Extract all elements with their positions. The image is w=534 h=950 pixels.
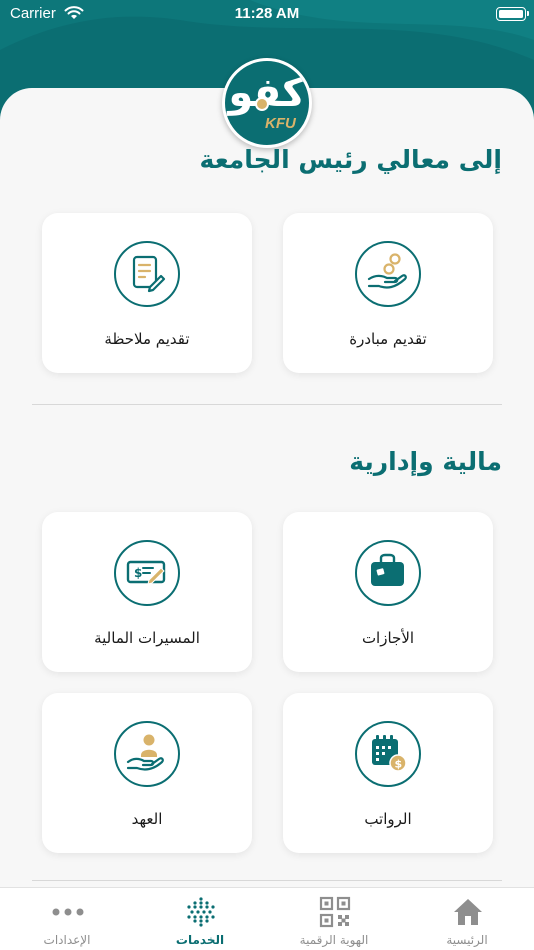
- note-edit-icon: [114, 241, 180, 307]
- salary-calendar-icon: $: [355, 721, 421, 787]
- card-label: الأجازات: [361, 629, 415, 647]
- section-divider: [32, 404, 502, 405]
- card-label: العهد: [131, 810, 163, 828]
- card-label: المسيرات المالية: [94, 629, 200, 647]
- tab-services[interactable]: الخدمات: [145, 888, 255, 950]
- card-vacations[interactable]: الأجازات: [283, 512, 493, 672]
- tab-settings[interactable]: الإعدادات: [12, 888, 122, 950]
- tab-label: الهوية الرقمية: [299, 933, 369, 947]
- card-label: الرواتب: [364, 810, 412, 828]
- card-custody[interactable]: العهد: [42, 693, 252, 853]
- status-time: 11:28 AM: [234, 5, 300, 22]
- cheque-icon: $: [114, 540, 180, 606]
- section-divider: [32, 880, 502, 881]
- battery-icon: [496, 7, 529, 21]
- card-salaries[interactable]: $ الرواتب: [283, 693, 493, 853]
- home-icon: [454, 899, 482, 925]
- logo-emblem-icon: [255, 97, 269, 111]
- status-bar: Carrier 11:28 AM: [0, 0, 534, 30]
- tab-label: الخدمات: [175, 933, 225, 947]
- card-submit-note[interactable]: تقديم ملاحظة: [42, 213, 252, 373]
- svg-text:$: $: [134, 566, 142, 580]
- custody-person-icon: [114, 721, 180, 787]
- suitcase-icon: [355, 540, 421, 606]
- tab-bar: الرئيسية الهوية الرقمية الخدمات الإعدادا…: [0, 887, 534, 950]
- logo-arabic-text: كفو: [228, 70, 306, 116]
- more-dots-icon: [52, 908, 84, 916]
- section-title-president: إلى معالي رئيس الجامعة: [199, 145, 502, 174]
- card-label: تقديم ملاحظة: [104, 330, 190, 348]
- logo-english-text: KFU: [265, 115, 296, 132]
- qr-code-icon: [319, 896, 351, 928]
- tab-label: الرئيسية: [446, 933, 488, 947]
- section-title-finance-admin: مالية وإدارية: [349, 447, 502, 476]
- tab-label: الإعدادات: [43, 933, 91, 947]
- svg-text:$: $: [395, 758, 403, 771]
- card-financial-statements[interactable]: $ المسيرات المالية: [42, 512, 252, 672]
- card-submit-initiative[interactable]: تقديم مبادرة: [283, 213, 493, 373]
- card-label: تقديم مبادرة: [349, 330, 427, 348]
- tab-digital-id[interactable]: الهوية الرقمية: [279, 888, 389, 950]
- tab-home[interactable]: الرئيسية: [412, 888, 522, 950]
- kfu-logo: كفو KFU: [222, 58, 312, 148]
- hand-coins-icon: [355, 241, 421, 307]
- services-grid-icon: [187, 897, 215, 927]
